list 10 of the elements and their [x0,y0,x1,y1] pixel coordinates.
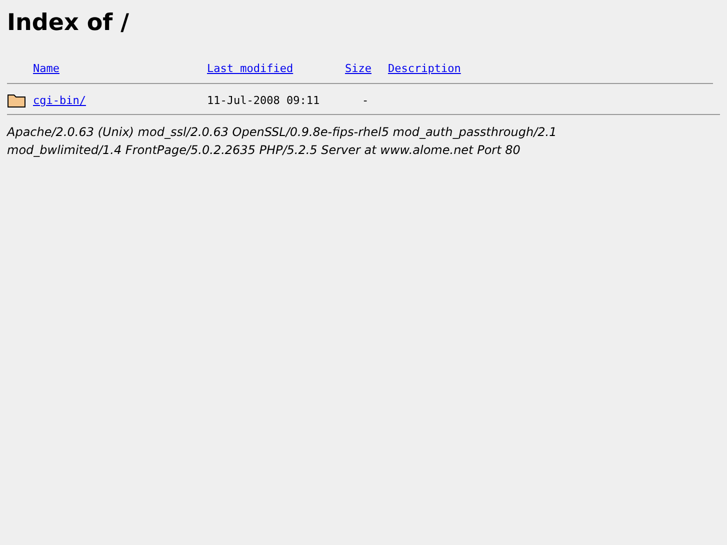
server-signature: Apache/2.0.63 (Unix) mod_ssl/2.0.63 OpenSSL/0.9.8e-fips-rhel5 mod_auth_passthrough/2.1 mod_bwlimited/1.4 FrontPage/5.0.2.2635 PHP/5.2.5 Server at www.alome.net Port 80 [7,124,558,159]
column-header-link[interactable]: Last modified [207,62,294,75]
column-header-link[interactable]: Description [388,62,461,75]
modified-date: 11-Jul-2008 09:11 [207,94,321,106]
column-header-link[interactable]: Name [33,62,60,75]
file-link[interactable]: cgi-bin/ [33,94,86,106]
folder-icon [7,92,26,108]
file-size: - [361,94,370,106]
page-title: Index of / [7,10,130,36]
column-header-link[interactable]: Size [345,62,372,75]
